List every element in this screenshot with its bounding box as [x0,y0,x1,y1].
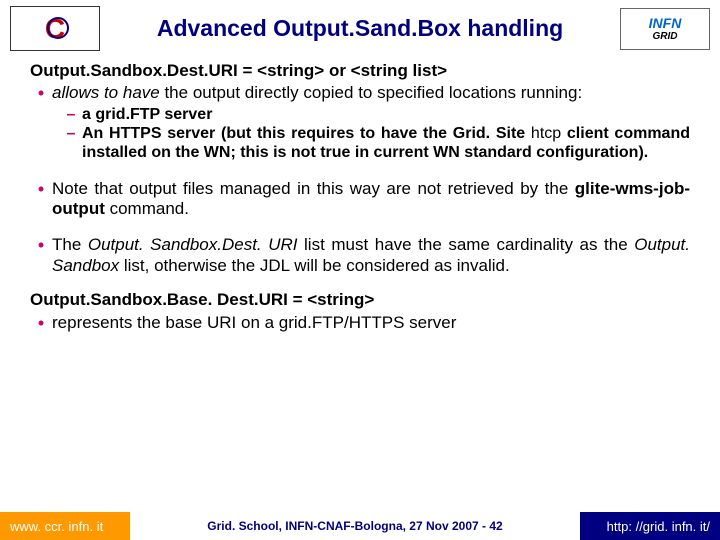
txt: htcp [525,125,567,142]
logo-c-letter: C [45,13,65,45]
footer-left-url: www. ccr. infn. it [0,512,130,540]
slide-body: Output.Sandbox.Dest.URI = <string> or <s… [0,53,720,334]
txt: command. [105,199,189,218]
bullet-icon: • [30,313,52,335]
bullet-icon: • [30,179,52,220]
dash-icon: – [60,105,82,124]
sub-gridftp: – a grid.FTP server [60,105,690,124]
bullet-cardinality: • The Output. Sandbox.Dest. URI list mus… [30,235,690,276]
txt: the output directly copied to specified … [160,83,582,102]
txt: allows to have [52,83,160,102]
footer-venue: Grid. School, INFN-CNAF-Bologna, 27 Nov … [130,519,580,533]
txt: a grid.FTP server [82,105,690,124]
slide-title: Advanced Output.Sand.Box handling [110,15,610,42]
txt: list must have the same cardinality as t… [297,235,634,254]
slide-header: C Advanced Output.Sand.Box handling INFN… [0,0,720,53]
sub-https: – An HTTPS server (but this requires to … [60,124,690,162]
grid-text: GRID [653,31,678,42]
infn-text: INFN [649,15,682,31]
txt: list, otherwise the JDL will be consider… [119,256,510,275]
txt: The [52,235,88,254]
txt: Output. Sandbox.Dest. URI [88,235,298,254]
section1-heading: Output.Sandbox.Dest.URI = <string> or <s… [30,61,690,81]
bullet-baseuri: • represents the base URI on a grid.FTP/… [30,313,690,335]
infn-logo: INFN GRID [620,8,710,50]
bullet-allows: • allows to have the output directly cop… [30,83,690,105]
bullet-icon: • [30,83,52,105]
footer-right-url: http: //grid. infn. it/ [580,512,720,540]
txt: An HTTPS server (but this requires to ha… [82,125,525,142]
section2-heading: Output.Sandbox.Base. Dest.URI = <string> [30,290,690,310]
txt: Note that output files managed in this w… [52,179,575,198]
txt: represents the base URI on a grid.FTP/HT… [52,313,690,335]
bullet-icon: • [30,235,52,276]
bullet-note: • Note that output files managed in this… [30,179,690,220]
slide-footer: www. ccr. infn. it Grid. School, INFN-CN… [0,512,720,540]
dash-icon: – [60,124,82,162]
ccr-logo: C [10,6,100,51]
